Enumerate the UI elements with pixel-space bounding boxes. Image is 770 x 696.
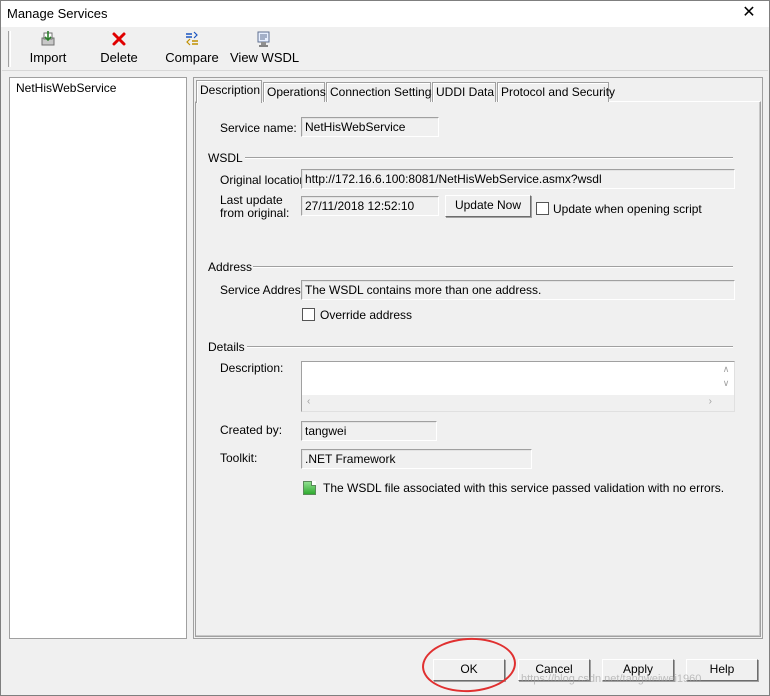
service-address-field: The WSDL contains more than one address. <box>301 280 735 300</box>
description-label: Description: <box>220 361 284 375</box>
update-now-button[interactable]: Update Now <box>445 195 531 217</box>
import-icon <box>20 30 76 48</box>
details-group-label: Details <box>208 340 245 354</box>
import-label: Import <box>29 50 67 65</box>
toolbar-grip[interactable] <box>8 31 11 67</box>
details-group-divider <box>247 346 733 348</box>
validation-ok-icon <box>303 481 316 495</box>
tab-operations[interactable]: Operations <box>263 82 326 102</box>
delete-button[interactable]: Delete <box>92 29 146 69</box>
tab-connection-settings[interactable]: Connection Settings <box>326 82 437 102</box>
delete-x-icon <box>92 30 146 48</box>
description-textarea[interactable]: ∧ ∨ ‹ › <box>301 361 735 412</box>
textarea-vertical-scrollbar[interactable]: ∧ ∨ <box>718 362 734 394</box>
created-by-field: tangwei <box>301 421 437 441</box>
tab-description[interactable]: Description <box>196 80 262 103</box>
view-wsdl-label: View WSDL <box>230 50 300 65</box>
watermark: https://blog.csdn.net/tangweiwei1960 <box>521 673 702 685</box>
compare-icon <box>162 30 222 48</box>
wsdl-group-label: WSDL <box>208 151 243 165</box>
view-wsdl-button[interactable]: View WSDL <box>230 29 300 69</box>
textarea-horizontal-scrollbar[interactable]: ‹ › <box>302 395 734 411</box>
view-wsdl-icon <box>230 30 298 48</box>
last-update-field: 27/11/2018 12:52:10 <box>301 196 439 216</box>
window-title: Manage Services <box>7 6 108 21</box>
compare-button[interactable]: Compare <box>162 29 222 69</box>
toolkit-field: .NET Framework <box>301 449 532 469</box>
original-location-label: Original location: <box>220 173 310 187</box>
tree-item-nethiswebservice[interactable]: NetHisWebService <box>14 81 118 95</box>
address-group-divider <box>253 266 733 268</box>
ok-button[interactable]: OK <box>433 659 505 681</box>
created-by-label: Created by: <box>220 423 283 437</box>
service-name-field: NetHisWebService <box>301 117 439 137</box>
services-tree[interactable]: NetHisWebService <box>9 77 187 639</box>
manage-services-dialog: Manage Services ✕ Import Delete Compare … <box>0 0 770 696</box>
original-location-field: http://172.16.6.100:8081/NetHisWebServic… <box>301 169 735 189</box>
title-bar: Manage Services ✕ <box>1 1 769 27</box>
address-group-label: Address <box>208 260 253 274</box>
override-address-checkbox[interactable] <box>302 308 315 321</box>
tab-uddi-data[interactable]: UDDI Data <box>432 82 496 102</box>
import-button[interactable]: Import <box>20 29 76 69</box>
validation-message: The WSDL file associated with this servi… <box>323 481 725 495</box>
update-on-open-checkbox[interactable] <box>536 202 549 215</box>
service-address-label: Service Address: <box>220 283 311 297</box>
delete-label: Delete <box>100 50 138 65</box>
wsdl-group-divider <box>245 157 733 159</box>
tab-protocol-and-security[interactable]: Protocol and Security <box>497 82 615 102</box>
close-icon[interactable]: ✕ <box>737 4 761 24</box>
update-on-open-label: Update when opening script <box>553 202 702 216</box>
compare-label: Compare <box>165 50 219 65</box>
last-update-label-line1: Last update <box>220 193 283 207</box>
override-address-label: Override address <box>320 308 413 322</box>
toolkit-label: Toolkit: <box>220 451 258 465</box>
service-name-label: Service name: <box>220 121 297 135</box>
last-update-label-line2: from original: <box>220 206 290 220</box>
toolbar: Import Delete Compare View WSDL <box>2 27 768 71</box>
